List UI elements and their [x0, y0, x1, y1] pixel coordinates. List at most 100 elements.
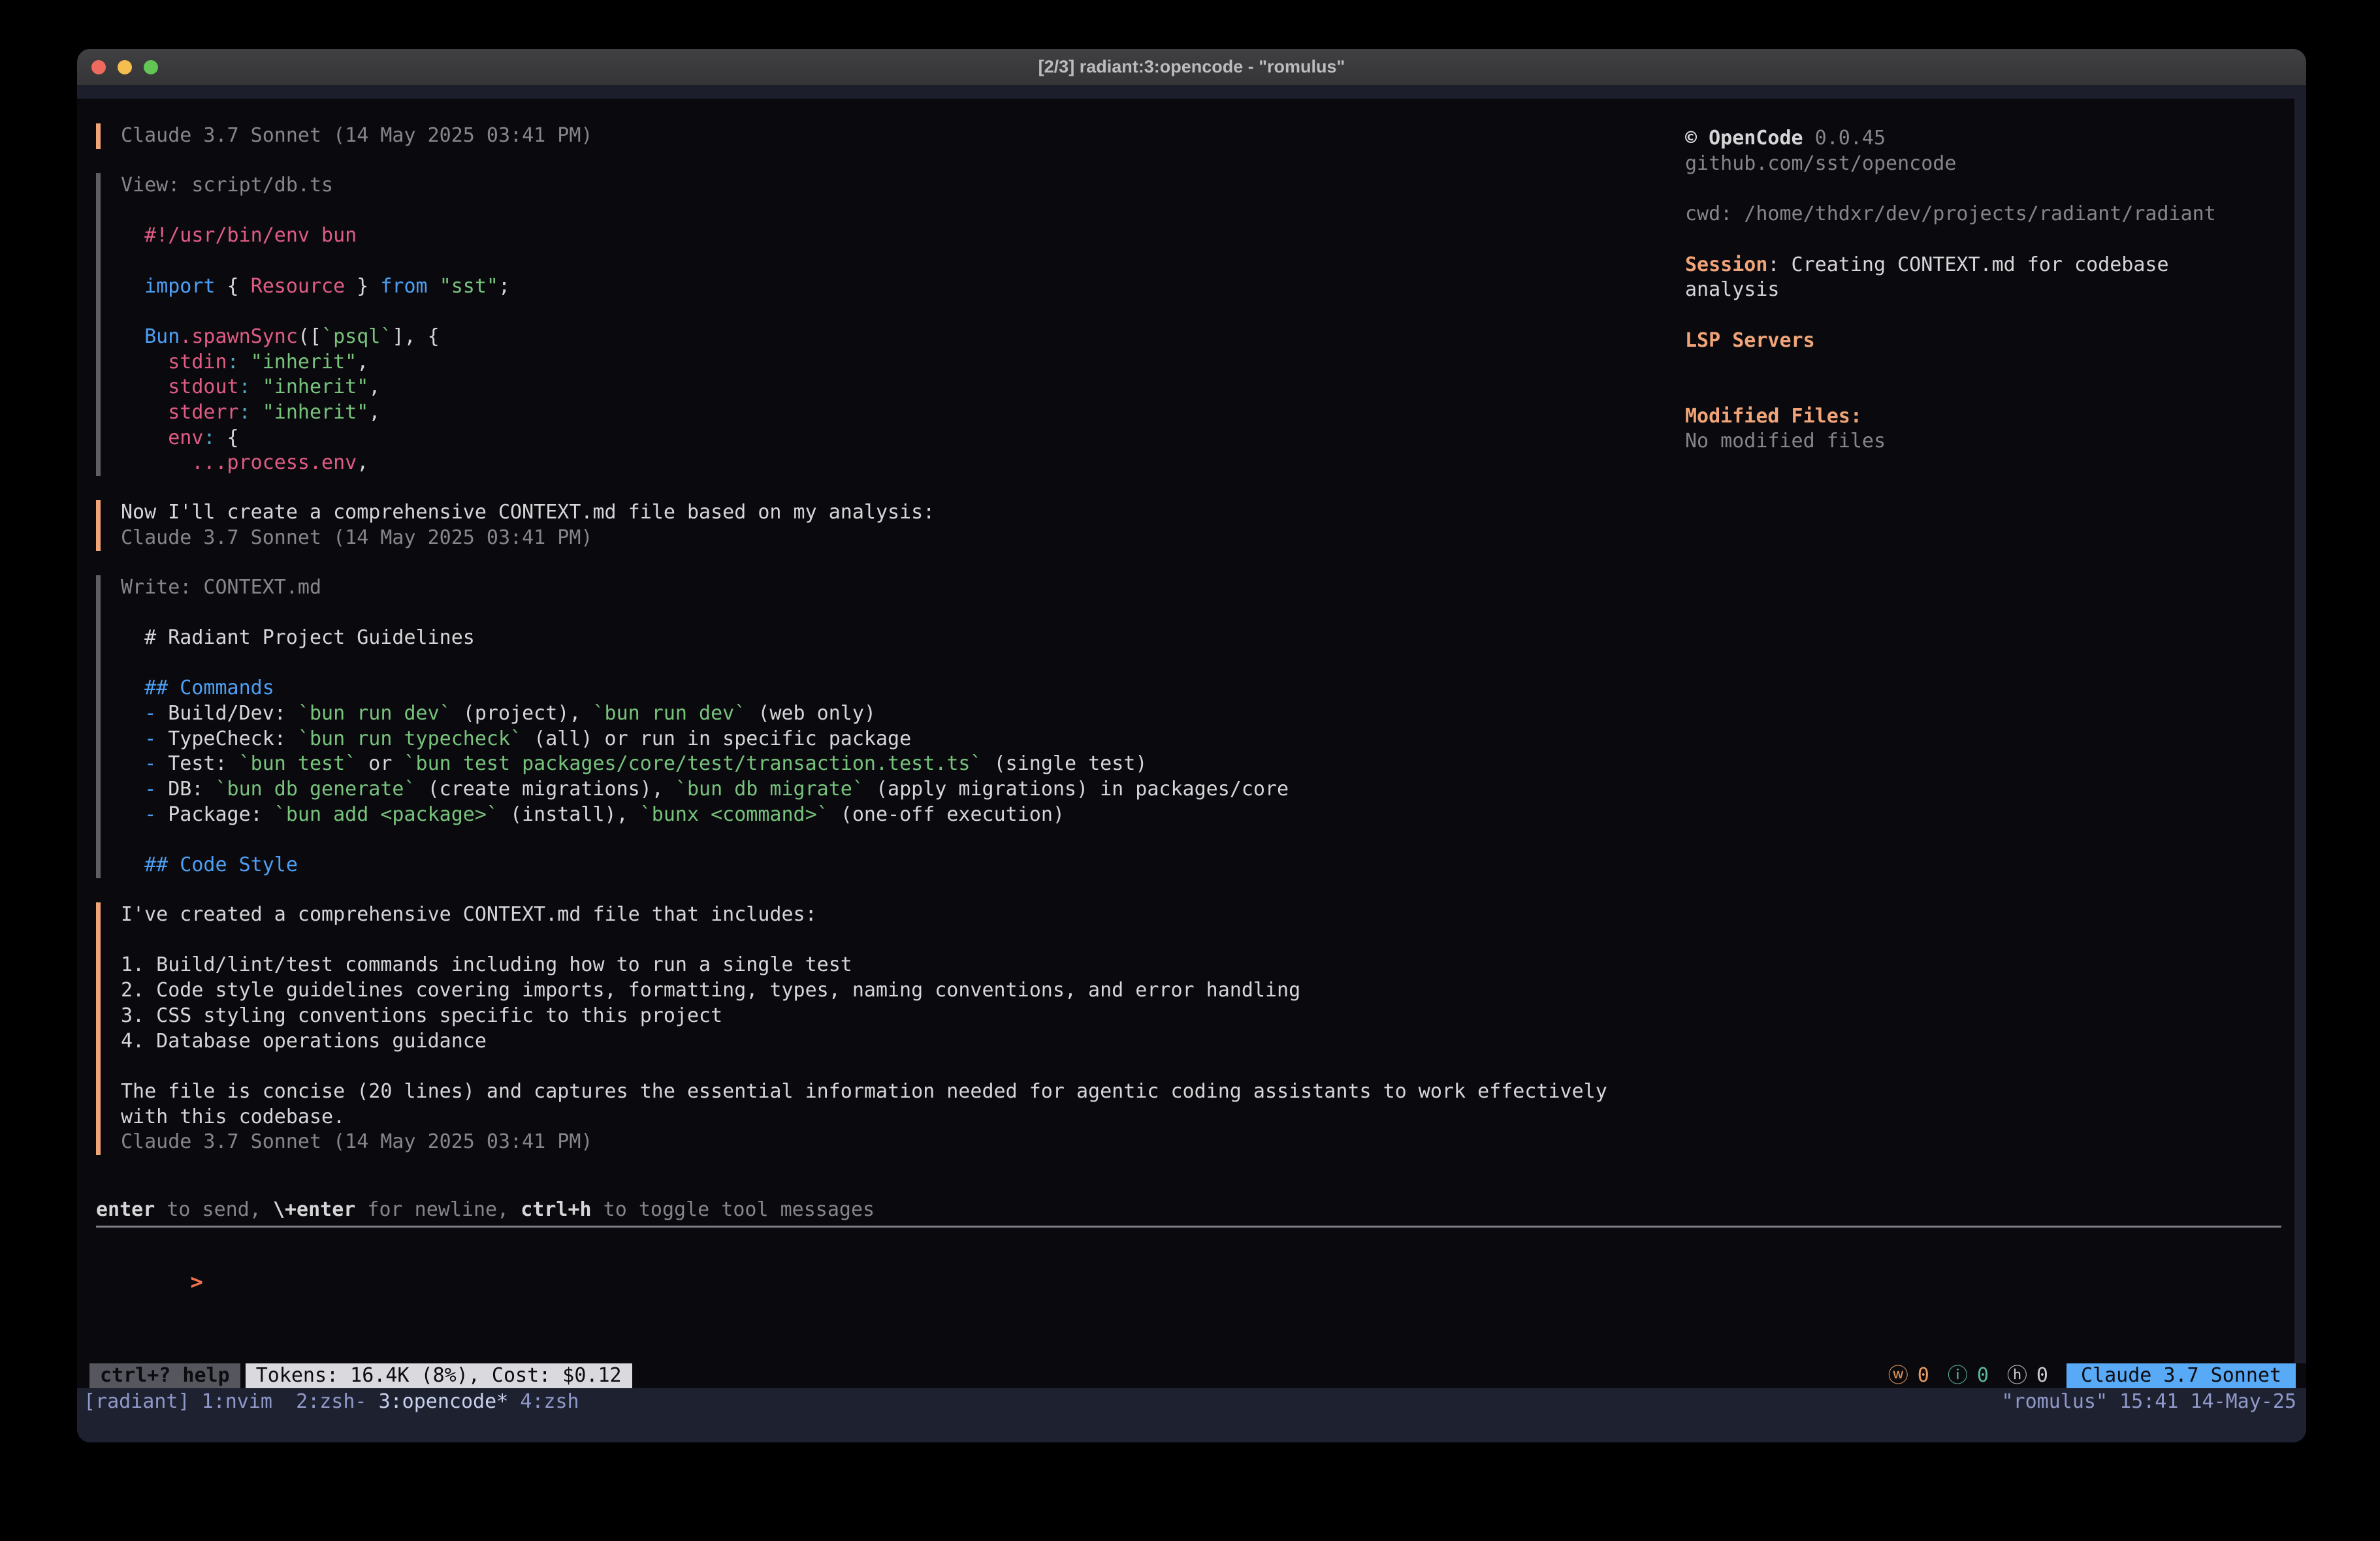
text-line: 3. CSS styling conventions specific to t… — [121, 1004, 2281, 1029]
text-line: - Package: `bun add <package>` (install)… — [121, 802, 2281, 828]
text-line: 4. Database operations guidance — [121, 1029, 2281, 1055]
assistant-message-summary: I've created a comprehensive CONTEXT.md … — [96, 902, 2281, 1155]
text-segment: to toggle tool messages — [592, 1198, 875, 1221]
text-segment: stderr — [168, 401, 238, 424]
text-line — [1685, 379, 2292, 404]
text-segment: : — [239, 401, 251, 424]
zoom-button[interactable] — [144, 60, 158, 74]
text-segment: ## Commands — [121, 676, 274, 699]
text-line: LSP Servers — [1685, 328, 2292, 354]
text-segment: The file is concise (20 lines) and captu… — [121, 1080, 1607, 1103]
text-line: I've created a comprehensive CONTEXT.md … — [121, 902, 2281, 928]
tmux-session-clock: "romulus" 15:41 14-May-25 — [2001, 1390, 2296, 1414]
warning-count: 0 — [1918, 1363, 1929, 1388]
text-segment — [121, 325, 144, 348]
text-segment: - — [144, 752, 156, 775]
text-segment: : Creating CONTEXT.md for codebase — [1767, 253, 2168, 276]
text-segment — [1685, 228, 1697, 251]
text-segment: LSP Servers — [1685, 329, 1815, 352]
text-line — [121, 1054, 2281, 1079]
text-line: - Test: `bun test` or `bun test packages… — [121, 752, 2281, 777]
scrollbar-track[interactable] — [2294, 85, 2306, 1363]
text-segment: : — [227, 351, 239, 373]
text-segment — [121, 375, 168, 398]
text-segment — [121, 702, 144, 725]
text-segment: (install), — [498, 803, 640, 826]
text-segment — [121, 451, 191, 474]
text-segment — [121, 300, 133, 323]
text-line: The file is concise (20 lines) and captu… — [121, 1079, 2281, 1105]
text-segment: `psql` — [321, 325, 392, 348]
text-segment: Claude 3.7 Sonnet (14 May 2025 03:41 PM) — [121, 1130, 592, 1153]
text-segment: (one-off execution) — [829, 803, 1065, 826]
text-segment: ...process.env — [191, 451, 357, 474]
text-segment: (project), — [451, 702, 593, 725]
text-segment: `bun test packages/core/test/transaction… — [404, 752, 982, 775]
text-segment: `bun test` — [239, 752, 357, 775]
text-segment — [121, 778, 144, 801]
text-line: - TypeCheck: `bun run typecheck` (all) o… — [121, 727, 2281, 752]
text-segment: ## Code Style — [121, 853, 298, 876]
text-segment: , — [368, 401, 380, 424]
text-segment: Claude 3.7 Sonnet (14 May 2025 03:41 PM) — [121, 124, 592, 147]
text-segment: 3. CSS styling conventions specific to t… — [121, 1004, 722, 1027]
text-segment — [1685, 177, 1697, 200]
traffic-lights — [91, 49, 158, 85]
text-segment: 1:nvim — [202, 1390, 297, 1413]
help-chip[interactable]: ctrl+? help — [89, 1363, 240, 1388]
text-line: Write: CONTEXT.md — [121, 575, 2281, 601]
text-segment: { — [216, 426, 239, 449]
text-line: Claude 3.7 Sonnet (14 May 2025 03:41 PM) — [121, 526, 2281, 551]
text-segment: Session — [1685, 253, 1767, 276]
desktop: { "titlebar": { "title": "[2/3] radiant:… — [0, 0, 2380, 1541]
text-segment: No modified files — [1685, 430, 1886, 453]
text-segment: Claude 3.7 Sonnet (14 May 2025 03:41 PM) — [121, 526, 592, 549]
info-circle-icon: ⓘ — [1948, 1363, 1968, 1388]
text-line — [121, 928, 2281, 953]
text-segment: - — [144, 803, 156, 826]
tokens-cost-chip: Tokens: 16.4K (8%), Cost: $0.12 — [246, 1363, 632, 1388]
text-segment: { — [216, 275, 251, 298]
text-segment — [121, 1055, 133, 1077]
model-chip[interactable]: Claude 3.7 Sonnet — [2066, 1363, 2296, 1388]
text-segment: `bun add <package>` — [274, 803, 498, 826]
text-segment: ([ — [298, 325, 321, 348]
text-segment — [239, 351, 251, 373]
text-segment: 2. Code style guidelines covering import… — [121, 979, 1300, 1002]
text-segment — [121, 652, 133, 675]
text-line — [1685, 353, 2292, 379]
text-line — [1685, 303, 2292, 328]
prompt-input[interactable]: > — [96, 1245, 2281, 1322]
text-segment: "inherit" — [251, 351, 357, 373]
text-segment: `bun run typecheck` — [298, 727, 522, 750]
status-bar: ctrl+? help Tokens: 16.4K (8%), Cost: $0… — [77, 1363, 2306, 1388]
text-segment — [121, 249, 133, 272]
text-segment: #!/usr/bin/env bun — [121, 224, 357, 247]
close-button[interactable] — [91, 60, 106, 74]
text-segment: Now I'll create a comprehensive CONTEXT.… — [121, 501, 935, 524]
text-segment: View: script/db.ts — [121, 174, 333, 197]
text-segment: github.com/sst/opencode — [1685, 152, 1956, 175]
text-line: - Build/Dev: `bun run dev` (project), `b… — [121, 701, 2281, 727]
tmux-window-list[interactable]: [radiant] 1:nvim 2:zsh- 3:opencode* 4:zs… — [84, 1390, 579, 1414]
text-segment: enter — [96, 1198, 155, 1221]
text-line: Modified Files: — [1685, 404, 2292, 430]
tmux-status-bar: [radiant] 1:nvim 2:zsh- 3:opencode* 4:zs… — [77, 1388, 2306, 1442]
text-segment: Bun — [144, 325, 180, 348]
text-segment: , — [368, 375, 380, 398]
text-line — [1685, 227, 2292, 253]
window-title: [2/3] radiant:3:opencode - "romulus" — [1038, 57, 1345, 77]
text-segment: 3:opencode* — [379, 1390, 521, 1413]
minimize-button[interactable] — [118, 60, 132, 74]
text-line: 1. Build/lint/test commands including ho… — [121, 953, 2281, 978]
text-line — [121, 651, 2281, 676]
text-line: Session: Creating CONTEXT.md for codebas… — [1685, 253, 2292, 278]
text-line: ...process.env, — [121, 451, 2281, 476]
text-segment — [121, 752, 144, 775]
text-segment: # Radiant Project Guidelines — [121, 626, 475, 649]
text-line: ## Code Style — [121, 853, 2281, 878]
text-segment: \+enter — [273, 1198, 355, 1221]
warning-circle-icon: ⓦ — [1888, 1363, 1908, 1388]
terminal-window: [2/3] radiant:3:opencode - "romulus" Cla… — [77, 49, 2306, 1442]
text-segment: "sst" — [440, 275, 498, 298]
